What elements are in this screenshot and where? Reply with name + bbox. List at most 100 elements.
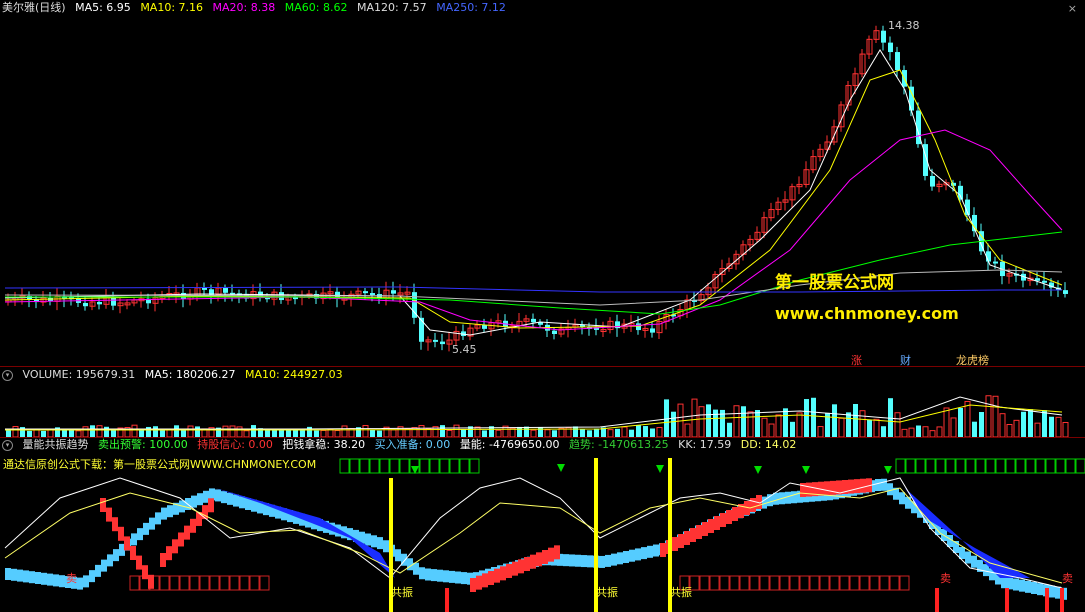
signal-box-green bbox=[965, 458, 976, 474]
volume-bar bbox=[370, 429, 375, 437]
signal-box-red bbox=[199, 575, 210, 591]
signal-box-green bbox=[895, 458, 906, 474]
trend-band-blue bbox=[653, 544, 659, 557]
signal-box-green bbox=[389, 458, 400, 474]
signal-box-red bbox=[159, 575, 170, 591]
trend-band-red bbox=[136, 555, 142, 570]
trend-band-blue bbox=[899, 492, 905, 505]
trend-band-red bbox=[690, 528, 696, 542]
ma20-value: MA20: 8.38 bbox=[212, 1, 276, 14]
volume-bar bbox=[755, 410, 760, 437]
volume-bar bbox=[229, 425, 236, 437]
candle-body bbox=[223, 288, 228, 293]
trend-band-blue bbox=[461, 572, 467, 585]
candle-body bbox=[1063, 290, 1068, 294]
trend-band-blue bbox=[791, 491, 797, 504]
signal-box-green bbox=[399, 458, 410, 474]
event-tag-rise[interactable]: 涨 bbox=[851, 352, 862, 366]
trend-band-blue bbox=[377, 537, 383, 550]
volume-bar bbox=[985, 395, 992, 437]
volume-bar bbox=[796, 412, 803, 437]
volume-ma5-line bbox=[5, 396, 1063, 430]
indicator-pane[interactable]: ▾ 量能共振趋势 卖出预警: 100.00 持股信心: 0.00 把钱拿稳: 3… bbox=[0, 438, 1085, 612]
price-header: 美尔雅(日线) MA5: 6.95 MA10: 7.16 MA20: 8.38 … bbox=[2, 1, 512, 15]
low-price-label: 5.45 bbox=[452, 343, 477, 356]
volume-bar bbox=[1028, 409, 1033, 437]
volume-bar bbox=[96, 425, 103, 437]
signal-box-green bbox=[369, 458, 380, 474]
sell-label-2: 卖 bbox=[940, 572, 951, 585]
trend-band-red bbox=[536, 552, 542, 567]
trend-band-red bbox=[750, 498, 756, 512]
signal-box-green bbox=[349, 458, 360, 474]
sell-marker bbox=[1045, 588, 1049, 612]
volume-pane[interactable]: ▾ VOLUME: 195679.31 MA5: 180206.27 MA10:… bbox=[0, 367, 1085, 437]
candle-body bbox=[202, 287, 207, 290]
hold-confidence: 持股信心: 0.00 bbox=[197, 438, 273, 451]
trend-band-blue bbox=[53, 574, 59, 587]
volume-bar bbox=[453, 424, 460, 437]
volume-bar bbox=[846, 412, 851, 437]
trend-band-blue bbox=[113, 549, 119, 562]
volume-bar bbox=[881, 426, 886, 437]
event-tag-dragon[interactable]: 龙虎榜 bbox=[956, 352, 989, 366]
indicator-name: 量能共振趋势 bbox=[22, 438, 89, 451]
trend-band-blue bbox=[59, 575, 65, 588]
watermark-url: www.chnmoney.com bbox=[775, 304, 959, 323]
candle-body bbox=[97, 301, 102, 305]
signal-box-green bbox=[985, 458, 996, 474]
trend-band-red bbox=[106, 507, 112, 522]
trend-band-blue bbox=[449, 570, 455, 583]
trend-band-blue bbox=[41, 572, 47, 585]
signal-box-red bbox=[179, 575, 190, 591]
signal-box-red bbox=[229, 575, 240, 591]
volume-bar bbox=[495, 429, 502, 437]
trend-band-blue bbox=[1013, 578, 1019, 591]
volume-bar bbox=[1062, 421, 1069, 437]
volume-bar bbox=[629, 429, 634, 437]
volume-bar bbox=[922, 426, 929, 437]
trend-band-blue bbox=[35, 572, 41, 584]
trend-band-blue bbox=[569, 554, 575, 567]
signal-box-red bbox=[709, 575, 720, 591]
trend-band-blue bbox=[143, 522, 149, 535]
trend-band-blue bbox=[581, 555, 587, 568]
trend-band-blue bbox=[563, 554, 569, 567]
trend-band-red bbox=[100, 498, 106, 512]
trend-band-blue bbox=[965, 551, 971, 564]
signal-box-red bbox=[799, 575, 810, 591]
trend-band-red bbox=[702, 522, 708, 536]
volume-bar bbox=[656, 427, 663, 437]
volume-bar bbox=[706, 404, 711, 437]
signal-box-green bbox=[1045, 458, 1056, 474]
volume-bar bbox=[12, 426, 19, 437]
trend-band-red bbox=[112, 517, 118, 532]
trend-band-blue bbox=[641, 547, 647, 560]
signal-box-green bbox=[379, 458, 390, 474]
event-tag-finance[interactable]: 财 bbox=[900, 352, 911, 366]
candle-body bbox=[881, 30, 886, 43]
volume-bar bbox=[530, 429, 537, 437]
trend-band-red bbox=[806, 482, 812, 497]
volume-bar bbox=[664, 399, 669, 437]
energy-value: 量能: -4769650.00 bbox=[459, 438, 560, 451]
candle-body bbox=[440, 341, 445, 345]
ma10-line bbox=[4, 69, 1063, 329]
candle-body bbox=[650, 328, 655, 333]
signal-box-red bbox=[829, 575, 840, 591]
volume-bar bbox=[1049, 416, 1054, 437]
settings-icon[interactable]: ▾ bbox=[2, 369, 13, 381]
volume-bar bbox=[817, 426, 824, 437]
indicator-settings-icon[interactable]: ▾ bbox=[2, 439, 13, 451]
volume-bar bbox=[901, 428, 908, 437]
volume-bar bbox=[811, 397, 816, 437]
volume-bar bbox=[446, 429, 453, 437]
trend-band-red bbox=[732, 507, 738, 521]
signal-box-green bbox=[915, 458, 926, 474]
candle-body bbox=[83, 302, 88, 307]
resonance-label-1: 共振 bbox=[391, 586, 413, 599]
volume-bar bbox=[139, 429, 144, 437]
watermark-title: 第一股票公式网 bbox=[775, 273, 894, 293]
volume-bar bbox=[307, 426, 312, 437]
signal-box-green bbox=[955, 458, 966, 474]
